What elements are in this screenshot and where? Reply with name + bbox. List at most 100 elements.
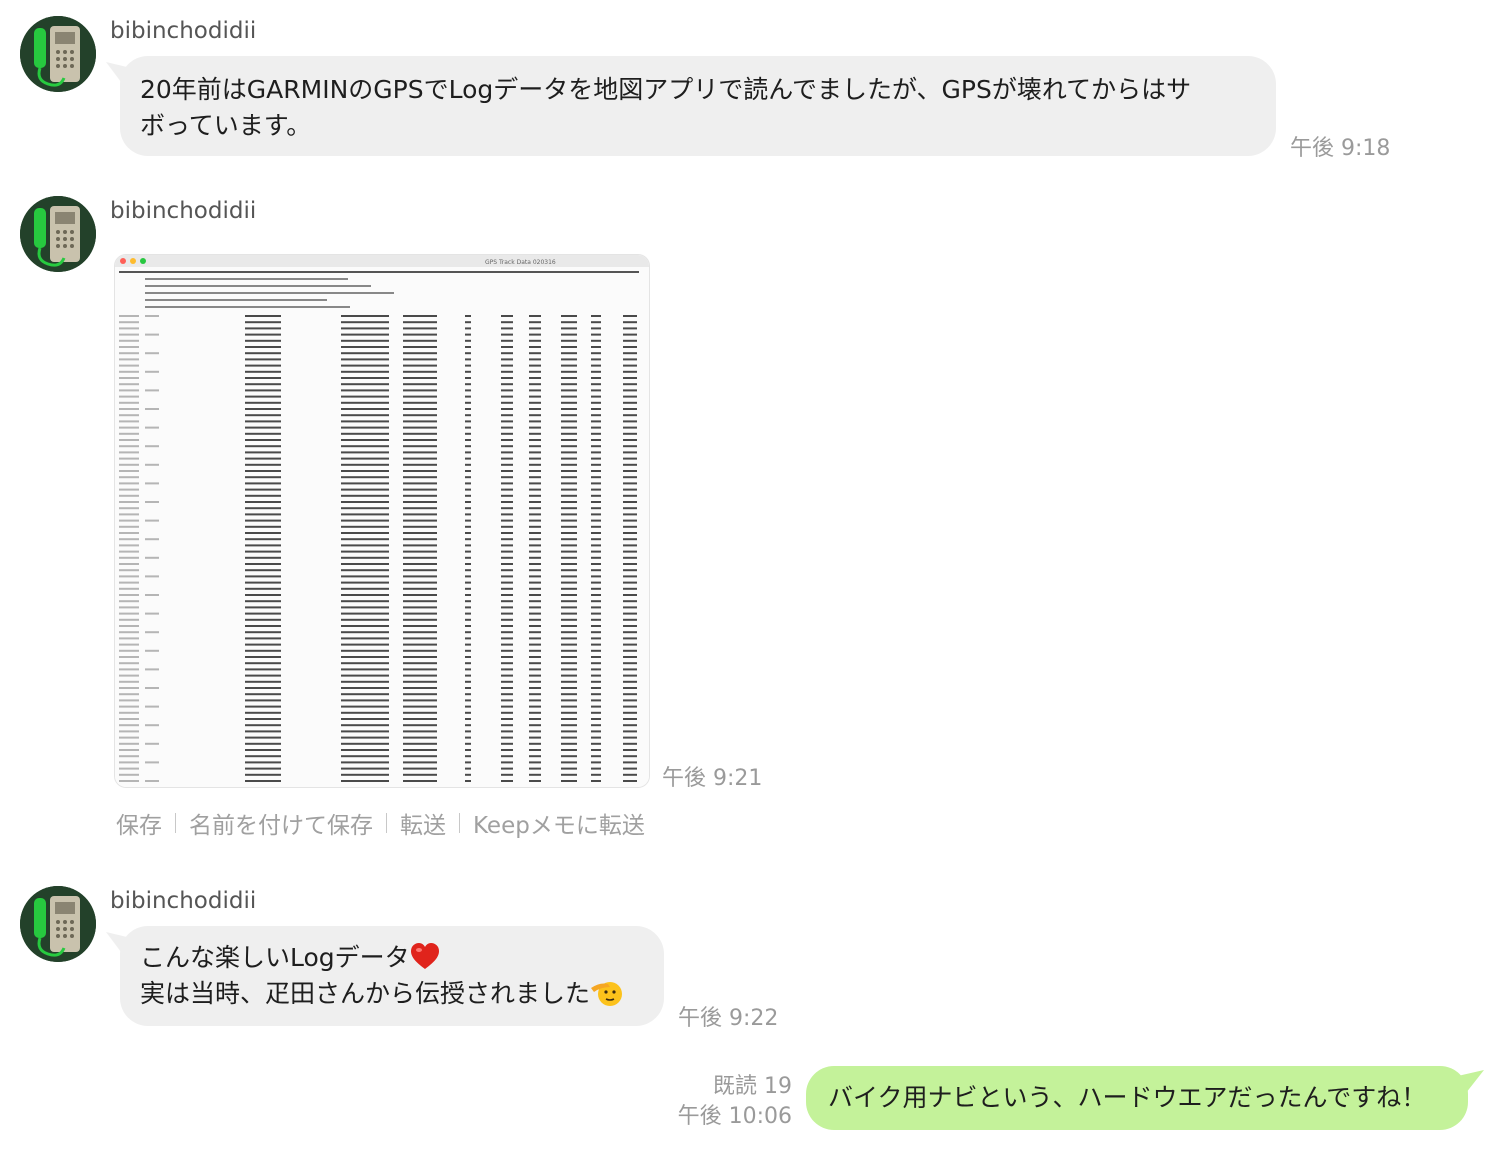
spreadsheet-cell xyxy=(245,687,281,689)
spreadsheet-cell xyxy=(341,600,389,603)
spreadsheet-cell xyxy=(561,674,577,677)
spreadsheet-cell xyxy=(623,327,637,330)
spreadsheet-cell xyxy=(403,544,437,547)
spreadsheet-cell xyxy=(591,439,601,441)
spreadsheet-cell xyxy=(623,649,637,652)
spreadsheet-cell xyxy=(529,532,541,534)
spreadsheet-cell xyxy=(529,488,541,491)
spreadsheet-cell xyxy=(465,736,471,739)
spreadsheet-cell xyxy=(119,532,139,534)
spreadsheet-cell xyxy=(591,563,601,565)
spreadsheet-cell xyxy=(561,705,577,708)
spreadsheet-cell xyxy=(403,389,437,392)
spreadsheet-cell xyxy=(465,674,471,677)
spreadsheet-cell xyxy=(623,569,637,572)
spreadsheet-cell xyxy=(341,401,389,404)
message-bubble[interactable]: 20年前はGARMINのGPSでLogデータを地図アプリで読んでましたが、GPS… xyxy=(120,56,1276,156)
spreadsheet-cell xyxy=(465,519,471,522)
spreadsheet-cell xyxy=(403,656,437,658)
spreadsheet-cell xyxy=(403,339,437,342)
spreadsheet-cell xyxy=(561,730,577,733)
spreadsheet-cell xyxy=(245,773,281,776)
spreadsheet-cell xyxy=(245,451,281,454)
spreadsheet-cell xyxy=(529,600,541,603)
spreadsheet-cell xyxy=(245,389,281,392)
payphone-avatar-icon xyxy=(20,16,96,92)
spreadsheet-cell xyxy=(245,507,281,510)
image-attachment[interactable]: GPS Track Data 020316 xyxy=(114,254,650,788)
spreadsheet-cell xyxy=(245,594,281,596)
spreadsheet-cell xyxy=(145,482,159,485)
spreadsheet-cell xyxy=(245,538,281,541)
spreadsheet-cell xyxy=(465,401,471,404)
avatar[interactable] xyxy=(20,16,96,92)
spreadsheet-cell xyxy=(561,445,577,448)
spreadsheet-cell xyxy=(465,501,471,503)
spreadsheet-cell xyxy=(341,333,389,336)
message-time: 午後 9:22 xyxy=(678,1006,779,1031)
spreadsheet-cell xyxy=(501,643,513,646)
spreadsheet-cell xyxy=(465,439,471,441)
spreadsheet-cell xyxy=(529,643,541,646)
spreadsheet-cell xyxy=(245,346,281,348)
spreadsheet-cell xyxy=(465,339,471,342)
spreadsheet-cell xyxy=(561,662,577,665)
spreadsheet-cell xyxy=(561,482,577,485)
spreadsheet-cell xyxy=(561,501,577,503)
spreadsheet-cell xyxy=(465,594,471,596)
save-button[interactable]: 保存 xyxy=(116,806,162,840)
spreadsheet-cell xyxy=(529,501,541,503)
spreadsheet-cell xyxy=(245,525,281,528)
spreadsheet-cell xyxy=(591,451,601,454)
spreadsheet-cell xyxy=(403,525,437,528)
spreadsheet-cell xyxy=(501,718,513,720)
spreadsheet-cell xyxy=(591,346,601,348)
spreadsheet-cell xyxy=(561,525,577,528)
spreadsheet-cell xyxy=(501,755,513,758)
spreadsheet-cell xyxy=(529,544,541,547)
forward-to-keep-button[interactable]: Keepメモに転送 xyxy=(473,806,645,840)
spreadsheet-cell xyxy=(561,724,577,727)
avatar[interactable] xyxy=(20,196,96,272)
spreadsheet-cell xyxy=(119,482,139,485)
spreadsheet-cell xyxy=(119,445,139,448)
spreadsheet-cell xyxy=(403,755,437,758)
forward-button[interactable]: 転送 xyxy=(400,806,446,840)
spreadsheet-cell xyxy=(561,736,577,739)
spreadsheet-cell xyxy=(341,662,389,665)
spreadsheet-cell xyxy=(623,476,637,479)
spreadsheet-cell xyxy=(465,476,471,479)
spreadsheet-cell xyxy=(623,606,637,609)
spreadsheet-cell xyxy=(403,414,437,417)
spreadsheet-cell xyxy=(561,519,577,522)
spreadsheet-cell xyxy=(245,501,281,503)
spreadsheet-cell xyxy=(529,662,541,665)
spreadsheet-cell xyxy=(529,420,541,423)
spreadsheet-cell xyxy=(529,333,541,336)
spreadsheet-cell xyxy=(119,538,139,541)
save-as-button[interactable]: 名前を付けて保存 xyxy=(189,806,373,840)
spreadsheet-cell xyxy=(245,680,281,683)
spreadsheet-cell xyxy=(591,550,601,553)
spreadsheet-cell xyxy=(403,742,437,745)
spreadsheet-cell xyxy=(119,674,139,677)
avatar[interactable] xyxy=(20,886,96,962)
spreadsheet-cell xyxy=(591,470,601,472)
spreadsheet-cell xyxy=(341,470,389,472)
spreadsheet-cell xyxy=(465,656,471,658)
message-bubble[interactable]: こんな楽しいLogデータ 実は当時、疋田さんから伝授されました xyxy=(120,926,664,1026)
spreadsheet-cell xyxy=(403,606,437,609)
message-bubble-outgoing[interactable]: バイク用ナビという、ハードウエアだったんですね！ xyxy=(806,1066,1468,1130)
spreadsheet-cell xyxy=(561,618,577,621)
spreadsheet-cell xyxy=(529,625,541,627)
spreadsheet-cell xyxy=(245,364,281,367)
spreadsheet-cell xyxy=(591,625,601,627)
message-time: 午後 9:21 xyxy=(662,766,763,791)
spreadsheet-cell xyxy=(245,395,281,398)
spreadsheet-cell xyxy=(623,346,637,348)
spreadsheet-cell xyxy=(145,370,159,373)
spreadsheet-cell xyxy=(119,587,139,590)
spreadsheet-cell xyxy=(245,488,281,491)
spreadsheet-cell xyxy=(561,656,577,658)
spreadsheet-cell xyxy=(245,699,281,702)
